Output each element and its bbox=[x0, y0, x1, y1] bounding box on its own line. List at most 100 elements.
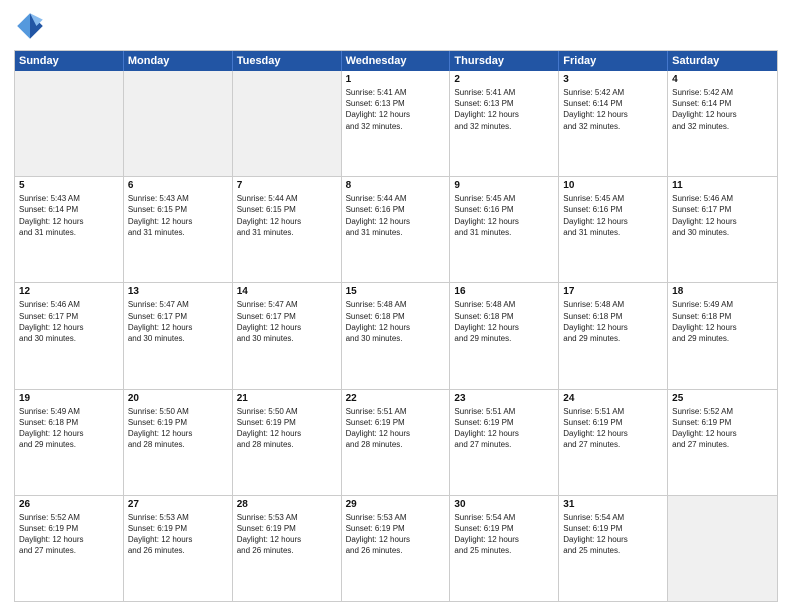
cell-info: Sunrise: 5:43 AM Sunset: 6:15 PM Dayligh… bbox=[128, 193, 228, 238]
logo-icon bbox=[14, 10, 46, 42]
calendar-cell: 8 Sunrise: 5:44 AM Sunset: 6:16 PM Daylig… bbox=[342, 177, 451, 282]
cell-info: Sunrise: 5:45 AM Sunset: 6:16 PM Dayligh… bbox=[563, 193, 663, 238]
day-number: 31 bbox=[563, 499, 663, 510]
day-number: 15 bbox=[346, 286, 446, 297]
calendar-cell: 21Sunrise: 5:50 AM Sunset: 6:19 PM Dayli… bbox=[233, 390, 342, 495]
calendar-cell: 12 Sunrise: 5:46 AM Sunset: 6:17 PM Dayli… bbox=[15, 283, 124, 388]
day-number: 9 bbox=[454, 180, 554, 191]
calendar-cell: 6 Sunrise: 5:43 AM Sunset: 6:15 PM Daylig… bbox=[124, 177, 233, 282]
day-number: 2 bbox=[454, 74, 554, 85]
day-number: 17 bbox=[563, 286, 663, 297]
calendar-cell bbox=[15, 71, 124, 176]
calendar-header: SundayMondayTuesdayWednesdayThursdayFrid… bbox=[15, 51, 777, 71]
cell-info: Sunrise: 5:48 AM Sunset: 6:18 PM Dayligh… bbox=[346, 299, 446, 344]
calendar-cell: 31 Sunrise: 5:54 AM Sunset: 6:19 PM Dayli… bbox=[559, 496, 668, 601]
cell-info: Sunrise: 5:52 AM Sunset: 6:19 PM Dayligh… bbox=[672, 406, 773, 451]
cell-info: Sunrise: 5:48 AM Sunset: 6:18 PM Dayligh… bbox=[454, 299, 554, 344]
calendar-cell bbox=[668, 496, 777, 601]
cell-info: Sunrise: 5:46 AM Sunset: 6:17 PM Dayligh… bbox=[19, 299, 119, 344]
day-number: 7 bbox=[237, 180, 337, 191]
calendar-cell: 23 Sunrise: 5:51 AM Sunset: 6:19 PM Dayli… bbox=[450, 390, 559, 495]
calendar-cell: 24Sunrise: 5:51 AM Sunset: 6:19 PM Dayli… bbox=[559, 390, 668, 495]
cell-info: Sunrise: 5:46 AM Sunset: 6:17 PM Dayligh… bbox=[672, 193, 773, 238]
calendar-cell: 7Sunrise: 5:44 AM Sunset: 6:15 PM Daylig… bbox=[233, 177, 342, 282]
day-of-week-header: Wednesday bbox=[342, 51, 451, 71]
calendar-cell: 10 Sunrise: 5:45 AM Sunset: 6:16 PM Dayli… bbox=[559, 177, 668, 282]
day-number: 8 bbox=[346, 180, 446, 191]
calendar-cell: 26 Sunrise: 5:52 AM Sunset: 6:19 PM Dayli… bbox=[15, 496, 124, 601]
day-number: 1 bbox=[346, 74, 446, 85]
calendar-cell: 15 Sunrise: 5:48 AM Sunset: 6:18 PM Dayli… bbox=[342, 283, 451, 388]
cell-info: Sunrise: 5:42 AM Sunset: 6:14 PM Dayligh… bbox=[563, 87, 663, 132]
day-number: 22 bbox=[346, 393, 446, 404]
day-number: 5 bbox=[19, 180, 119, 191]
cell-info: Sunrise: 5:41 AM Sunset: 6:13 PM Dayligh… bbox=[346, 87, 446, 132]
cell-info: Sunrise: 5:49 AM Sunset: 6:18 PM Dayligh… bbox=[672, 299, 773, 344]
calendar-row: 1 Sunrise: 5:41 AM Sunset: 6:13 PM Daylig… bbox=[15, 71, 777, 177]
page: SundayMondayTuesdayWednesdayThursdayFrid… bbox=[0, 0, 792, 612]
calendar-cell: 27 Sunrise: 5:53 AM Sunset: 6:19 PM Dayli… bbox=[124, 496, 233, 601]
cell-info: Sunrise: 5:44 AM Sunset: 6:16 PM Dayligh… bbox=[346, 193, 446, 238]
day-number: 11 bbox=[672, 180, 773, 191]
calendar-cell: 29 Sunrise: 5:53 AM Sunset: 6:19 PM Dayli… bbox=[342, 496, 451, 601]
day-number: 10 bbox=[563, 180, 663, 191]
calendar-cell: 9 Sunrise: 5:45 AM Sunset: 6:16 PM Daylig… bbox=[450, 177, 559, 282]
cell-info: Sunrise: 5:53 AM Sunset: 6:19 PM Dayligh… bbox=[346, 512, 446, 557]
calendar-cell: 18Sunrise: 5:49 AM Sunset: 6:18 PM Dayli… bbox=[668, 283, 777, 388]
day-number: 20 bbox=[128, 393, 228, 404]
day-of-week-header: Tuesday bbox=[233, 51, 342, 71]
cell-info: Sunrise: 5:45 AM Sunset: 6:16 PM Dayligh… bbox=[454, 193, 554, 238]
day-of-week-header: Sunday bbox=[15, 51, 124, 71]
day-of-week-header: Monday bbox=[124, 51, 233, 71]
calendar-cell: 13Sunrise: 5:47 AM Sunset: 6:17 PM Dayli… bbox=[124, 283, 233, 388]
cell-info: Sunrise: 5:53 AM Sunset: 6:19 PM Dayligh… bbox=[128, 512, 228, 557]
calendar-cell: 3Sunrise: 5:42 AM Sunset: 6:14 PM Daylig… bbox=[559, 71, 668, 176]
cell-info: Sunrise: 5:50 AM Sunset: 6:19 PM Dayligh… bbox=[128, 406, 228, 451]
calendar-cell: 25Sunrise: 5:52 AM Sunset: 6:19 PM Dayli… bbox=[668, 390, 777, 495]
calendar-cell: 5Sunrise: 5:43 AM Sunset: 6:14 PM Daylig… bbox=[15, 177, 124, 282]
day-number: 29 bbox=[346, 499, 446, 510]
cell-info: Sunrise: 5:48 AM Sunset: 6:18 PM Dayligh… bbox=[563, 299, 663, 344]
cell-info: Sunrise: 5:49 AM Sunset: 6:18 PM Dayligh… bbox=[19, 406, 119, 451]
day-of-week-header: Saturday bbox=[668, 51, 777, 71]
day-number: 19 bbox=[19, 393, 119, 404]
day-number: 4 bbox=[672, 74, 773, 85]
calendar-cell: 11 Sunrise: 5:46 AM Sunset: 6:17 PM Dayli… bbox=[668, 177, 777, 282]
cell-info: Sunrise: 5:52 AM Sunset: 6:19 PM Dayligh… bbox=[19, 512, 119, 557]
calendar-cell bbox=[233, 71, 342, 176]
cell-info: Sunrise: 5:51 AM Sunset: 6:19 PM Dayligh… bbox=[563, 406, 663, 451]
day-number: 14 bbox=[237, 286, 337, 297]
cell-info: Sunrise: 5:54 AM Sunset: 6:19 PM Dayligh… bbox=[563, 512, 663, 557]
cell-info: Sunrise: 5:50 AM Sunset: 6:19 PM Dayligh… bbox=[237, 406, 337, 451]
logo bbox=[14, 10, 50, 42]
cell-info: Sunrise: 5:54 AM Sunset: 6:19 PM Dayligh… bbox=[454, 512, 554, 557]
calendar-cell bbox=[124, 71, 233, 176]
calendar-row: 19 Sunrise: 5:49 AM Sunset: 6:18 PM Dayli… bbox=[15, 390, 777, 496]
calendar-cell: 4 Sunrise: 5:42 AM Sunset: 6:14 PM Daylig… bbox=[668, 71, 777, 176]
calendar-cell: 16 Sunrise: 5:48 AM Sunset: 6:18 PM Dayli… bbox=[450, 283, 559, 388]
calendar-cell: 17 Sunrise: 5:48 AM Sunset: 6:18 PM Dayli… bbox=[559, 283, 668, 388]
day-number: 23 bbox=[454, 393, 554, 404]
calendar-row: 12 Sunrise: 5:46 AM Sunset: 6:17 PM Dayli… bbox=[15, 283, 777, 389]
day-number: 12 bbox=[19, 286, 119, 297]
cell-info: Sunrise: 5:41 AM Sunset: 6:13 PM Dayligh… bbox=[454, 87, 554, 132]
day-of-week-header: Thursday bbox=[450, 51, 559, 71]
day-number: 26 bbox=[19, 499, 119, 510]
calendar-cell: 22 Sunrise: 5:51 AM Sunset: 6:19 PM Dayli… bbox=[342, 390, 451, 495]
cell-info: Sunrise: 5:51 AM Sunset: 6:19 PM Dayligh… bbox=[346, 406, 446, 451]
cell-info: Sunrise: 5:47 AM Sunset: 6:17 PM Dayligh… bbox=[237, 299, 337, 344]
cell-info: Sunrise: 5:51 AM Sunset: 6:19 PM Dayligh… bbox=[454, 406, 554, 451]
header bbox=[14, 10, 778, 42]
calendar-cell: 20 Sunrise: 5:50 AM Sunset: 6:19 PM Dayli… bbox=[124, 390, 233, 495]
calendar-cell: 28Sunrise: 5:53 AM Sunset: 6:19 PM Dayli… bbox=[233, 496, 342, 601]
cell-info: Sunrise: 5:42 AM Sunset: 6:14 PM Dayligh… bbox=[672, 87, 773, 132]
day-number: 27 bbox=[128, 499, 228, 510]
calendar-cell: 1 Sunrise: 5:41 AM Sunset: 6:13 PM Daylig… bbox=[342, 71, 451, 176]
day-number: 13 bbox=[128, 286, 228, 297]
calendar-row: 26 Sunrise: 5:52 AM Sunset: 6:19 PM Dayli… bbox=[15, 496, 777, 601]
day-number: 6 bbox=[128, 180, 228, 191]
calendar-cell: 19 Sunrise: 5:49 AM Sunset: 6:18 PM Dayli… bbox=[15, 390, 124, 495]
day-of-week-header: Friday bbox=[559, 51, 668, 71]
day-number: 16 bbox=[454, 286, 554, 297]
calendar-body: 1 Sunrise: 5:41 AM Sunset: 6:13 PM Daylig… bbox=[15, 71, 777, 601]
